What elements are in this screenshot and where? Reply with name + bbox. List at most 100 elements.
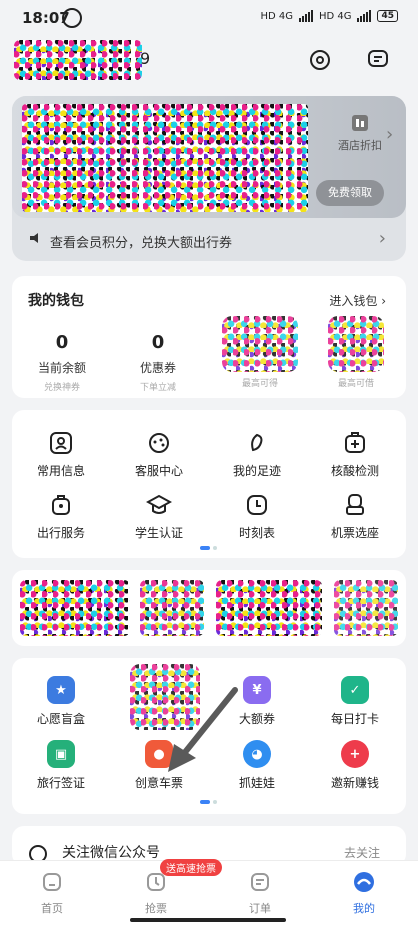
service-label: 客服中心	[134, 464, 183, 478]
wallet-card: 我的钱包 进入钱包 › 0 当前余额 兑换神券 0 优惠券 下单立减 最高可得 …	[12, 276, 406, 398]
page-indicator	[200, 800, 217, 804]
promo-tile-obscured[interactable]	[20, 580, 130, 636]
status-bar: 18:07 HD 4G HD 4G 45	[0, 0, 418, 34]
service-student-auth[interactable]: 学生认证	[110, 492, 208, 541]
id-card-icon	[50, 432, 72, 454]
tab-orders[interactable]: 订单	[218, 861, 302, 916]
member-points-row[interactable]: 查看会员积分，兑换大额出行券 ›	[12, 218, 406, 258]
settings-icon	[310, 50, 330, 70]
signal-icon-1	[298, 10, 313, 22]
visa-icon: ▣	[47, 740, 75, 768]
status-indicators: HD 4G HD 4G 45	[260, 10, 398, 22]
loan-stat-obscured[interactable]: 最高可借	[316, 316, 396, 389]
message-button[interactable]	[362, 44, 394, 76]
enter-wallet-label: 进入钱包	[329, 294, 378, 308]
chevron-right-icon: ›	[386, 124, 394, 145]
app-wish-box[interactable]: ★ 心愿盲盒	[12, 676, 110, 727]
service-label: 常用信息	[36, 464, 85, 478]
tab-label: 我的	[353, 902, 375, 915]
network-label-2: HD 4G	[318, 10, 352, 22]
coupon-value: 0	[151, 332, 165, 353]
app-label: 心愿盲盒	[36, 712, 85, 726]
obscured-content	[328, 316, 384, 372]
service-label: 我的足迹	[232, 464, 281, 478]
home-indicator	[130, 918, 286, 922]
app-label: 每日打卡	[330, 712, 379, 726]
service-customer-center[interactable]: 客服中心	[110, 430, 208, 479]
wallet-title: 我的钱包	[28, 293, 84, 309]
obscured-content	[222, 316, 298, 372]
order-icon	[251, 873, 269, 891]
user-name-obscured	[14, 40, 142, 80]
service-label: 学生认证	[134, 526, 183, 540]
invite-icon: +	[341, 740, 369, 768]
settings-button[interactable]	[304, 44, 336, 76]
user-name-suffix: 9	[140, 49, 151, 68]
app-label: 邀新赚钱	[330, 776, 379, 790]
coupon-sub: 下单立减	[139, 383, 176, 393]
service-label: 时刻表	[238, 526, 275, 540]
balance-stat[interactable]: 0 当前余额 兑换神券	[22, 332, 102, 393]
banner-top: 酒店折扣 › 免费领取	[12, 96, 406, 218]
alarm-icon	[62, 8, 82, 28]
coupon-stat[interactable]: 0 优惠券 下单立减	[118, 332, 198, 393]
service-label: 机票选座	[330, 526, 379, 540]
speaker-icon	[30, 233, 38, 243]
promo-tile-obscured[interactable]	[216, 580, 322, 636]
service-my-footprint[interactable]: 我的足迹	[208, 430, 306, 479]
app-label: 抓娃娃	[238, 776, 275, 790]
hotel-icon	[352, 115, 368, 131]
chevron-right-icon: ›	[378, 228, 386, 249]
message-icon	[368, 50, 388, 67]
promo-row	[12, 570, 406, 646]
service-timetable[interactable]: 时刻表	[208, 492, 306, 541]
graduation-icon	[146, 494, 172, 514]
app-label: 旅行签证	[36, 776, 85, 790]
tab-home[interactable]: 首页	[10, 861, 94, 916]
service-nucleic-test[interactable]: 核酸检测	[306, 430, 404, 479]
balance-value: 0	[55, 332, 69, 353]
service-common-info[interactable]: 常用信息	[12, 430, 110, 479]
luggage-icon	[52, 495, 70, 515]
app-travel-visa[interactable]: ▣ 旅行签证	[12, 740, 110, 791]
signal-icon-2	[357, 10, 372, 22]
battery-icon: 45	[377, 10, 398, 22]
credit-sub: 最高可得	[241, 379, 278, 389]
loan-sub: 最高可借	[337, 379, 374, 389]
headset-icon	[149, 433, 169, 453]
service-seat-selection[interactable]: 机票选座	[306, 492, 404, 541]
tab-label: 抢票	[145, 902, 167, 915]
balance-label: 当前余额	[37, 361, 86, 375]
network-label-1: HD 4G	[260, 10, 293, 22]
member-points-text: 查看会员积分，兑换大额出行券	[50, 236, 233, 251]
app-invite-earn[interactable]: + 邀新赚钱	[306, 740, 404, 791]
gift-box-icon: ★	[47, 676, 75, 704]
service-label: 出行服务	[36, 526, 85, 540]
clock-icon	[247, 495, 267, 515]
tab-profile[interactable]: 我的	[322, 861, 406, 916]
promo-tile-obscured[interactable]	[140, 580, 204, 636]
service-travel[interactable]: 出行服务	[12, 492, 110, 541]
seat-icon	[346, 494, 364, 515]
promo-badge: 送高速抢票	[160, 859, 222, 876]
annotation-arrow	[168, 687, 238, 772]
coupon-label: 优惠券	[139, 361, 176, 375]
free-claim-button[interactable]: 免费领取	[316, 180, 384, 206]
balance-sub: 兑换神券	[43, 383, 80, 393]
medical-icon	[345, 432, 365, 453]
tab-label: 首页	[41, 902, 63, 915]
follow-action[interactable]: 去关注	[344, 844, 380, 861]
service-label: 核酸检测	[330, 464, 379, 478]
footprint-icon	[251, 433, 263, 452]
page-indicator	[200, 546, 217, 550]
home-icon	[43, 873, 61, 891]
credit-stat-obscured[interactable]: 最高可得	[220, 316, 300, 389]
membership-banner[interactable]: 酒店折扣 › 免费领取 查看会员积分，兑换大额出行券 ›	[12, 96, 406, 261]
app-daily-checkin[interactable]: ✓ 每日打卡	[306, 676, 404, 727]
profile-icon	[354, 872, 374, 892]
tab-label: 订单	[249, 902, 271, 915]
follow-wechat-text: 关注微信公众号	[62, 845, 160, 861]
services-card: 常用信息 客服中心 我的足迹 核酸检测 出行服务 学生认证 时刻表 机票选座	[12, 410, 406, 558]
promo-tile-obscured[interactable]	[334, 580, 398, 636]
enter-wallet-link[interactable]: 进入钱包 ›	[329, 292, 386, 309]
